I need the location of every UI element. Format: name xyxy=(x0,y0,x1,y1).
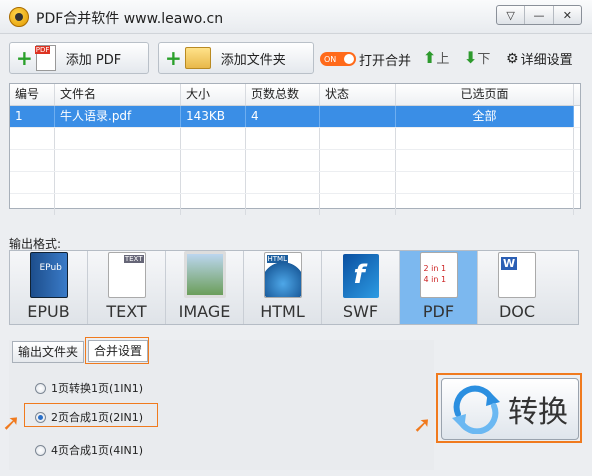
word-document-icon: W xyxy=(498,252,536,298)
format-label: PDF xyxy=(422,302,455,321)
plus-icon: + xyxy=(165,46,182,70)
convert-button[interactable]: 转换 xyxy=(441,378,579,440)
option-label: 1页转换1页(1IN1) xyxy=(51,382,144,395)
radio-button[interactable] xyxy=(35,444,46,456)
help-dropdown-button[interactable]: ▽ xyxy=(497,6,526,24)
add-folder-button[interactable]: + 添加文件夹 xyxy=(158,42,314,74)
folder-icon xyxy=(184,47,211,69)
arrow-up-icon: ⬆ xyxy=(423,48,437,67)
app-logo-icon xyxy=(9,7,29,27)
merge-option-1in1[interactable]: 1页转换1页(1IN1) xyxy=(35,380,143,396)
format-doc-button[interactable]: W DOC xyxy=(478,251,556,324)
add-pdf-button[interactable]: + 添加 PDF xyxy=(9,42,149,74)
minimize-button[interactable]: — xyxy=(525,6,554,24)
html-globe-icon: HTML xyxy=(263,252,302,298)
table-row-empty xyxy=(10,194,580,216)
epub-book-icon: EPub xyxy=(29,252,68,298)
format-label: TEXT xyxy=(106,302,147,321)
format-label: EPUB xyxy=(27,302,70,321)
merge-option-2in1[interactable]: 2页合成1页(2IN1) xyxy=(35,409,143,425)
pdf-2in1-icon: 2 in 14 in 1 xyxy=(419,252,458,298)
radio-button[interactable] xyxy=(35,382,46,394)
merge-toggle-switch[interactable]: ON xyxy=(320,52,356,66)
table-row-empty xyxy=(10,172,580,194)
format-label: IMAGE xyxy=(178,302,231,321)
format-selector: EPub EPUB TEXT TEXT IMAGE HTML HTML f SW… xyxy=(9,250,579,325)
move-up-label: 上 xyxy=(436,52,450,67)
text-document-icon: TEXT xyxy=(107,252,146,298)
column-header[interactable]: 状态 xyxy=(320,84,396,105)
table-row-empty xyxy=(10,150,580,172)
add-folder-label: 添加文件夹 xyxy=(220,52,286,68)
file-table[interactable]: 编号 文件名 大小 页数总数 状态 已选页面 1 牛人语录.pdf 143KB … xyxy=(9,83,581,216)
format-html-button[interactable]: HTML HTML xyxy=(244,251,322,324)
column-header[interactable]: 已选页面 xyxy=(396,84,574,105)
tab-merge-settings[interactable]: 合并设置 xyxy=(88,340,149,362)
table-header: 编号 文件名 大小 页数总数 状态 已选页面 xyxy=(10,84,580,106)
cell-size: 143KB xyxy=(181,106,246,127)
merge-option-4in1[interactable]: 4页合成1页(4IN1) xyxy=(35,442,143,458)
format-text-button[interactable]: TEXT TEXT xyxy=(88,251,166,324)
format-label: HTML xyxy=(260,302,305,321)
flash-icon: f xyxy=(342,254,379,298)
add-pdf-label: 添加 PDF xyxy=(65,52,122,68)
toggle-state-label: ON xyxy=(324,54,337,64)
gear-icon: ⚙ xyxy=(506,50,519,67)
cell-index: 1 xyxy=(10,106,55,127)
arrow-down-icon: ⬇ xyxy=(464,48,478,67)
convert-label: 转换 xyxy=(508,395,568,430)
detailed-settings-label: 详细设置 xyxy=(520,53,573,68)
column-header[interactable]: 页数总数 xyxy=(246,84,320,105)
move-up-button[interactable]: ⬆ 上 xyxy=(423,48,449,67)
pdf-file-icon xyxy=(34,45,56,71)
detailed-settings-button[interactable]: ⚙ 详细设置 xyxy=(506,49,573,69)
option-label: 4页合成1页(4IN1) xyxy=(51,444,144,457)
radio-button[interactable] xyxy=(35,411,46,423)
format-swf-button[interactable]: f SWF xyxy=(322,251,400,324)
refresh-arrows-icon xyxy=(452,385,500,434)
cell-filename: 牛人语录.pdf xyxy=(55,106,181,127)
format-image-button[interactable]: IMAGE xyxy=(166,251,244,324)
format-pdf-button[interactable]: 2 in 14 in 1 PDF xyxy=(400,251,478,324)
cell-status xyxy=(320,106,396,127)
column-header[interactable]: 大小 xyxy=(181,84,246,105)
format-label: DOC xyxy=(498,302,536,321)
table-row-empty xyxy=(10,128,580,150)
move-down-button[interactable]: ⬇ 下 xyxy=(464,48,490,67)
column-header[interactable]: 文件名 xyxy=(55,84,181,105)
format-epub-button[interactable]: EPub EPUB xyxy=(10,251,88,324)
close-button[interactable]: ✕ xyxy=(554,6,581,24)
table-row[interactable]: 1 牛人语录.pdf 143KB 4 全部 xyxy=(10,106,580,128)
plus-icon: + xyxy=(16,46,33,70)
cell-selected-pages[interactable]: 全部 xyxy=(396,106,574,127)
pointer-arrow-icon: ➚ xyxy=(2,411,21,436)
image-icon xyxy=(183,251,226,298)
cell-page-count: 4 xyxy=(246,106,320,127)
pointer-arrow-icon: ➚ xyxy=(413,413,432,438)
format-label: SWF xyxy=(342,302,379,321)
convert-button-highlight: 转换 xyxy=(436,373,582,443)
move-down-label: 下 xyxy=(477,52,491,67)
column-header[interactable]: 编号 xyxy=(10,84,55,105)
tab-output-folder[interactable]: 输出文件夹 xyxy=(12,341,85,363)
window-controls: ▽ — ✕ xyxy=(496,5,582,25)
window-title: PDF合并软件 www.leawo.cn xyxy=(36,11,224,27)
open-merge-label[interactable]: 打开合并 xyxy=(359,50,411,69)
option-label: 2页合成1页(2IN1) xyxy=(51,411,144,424)
